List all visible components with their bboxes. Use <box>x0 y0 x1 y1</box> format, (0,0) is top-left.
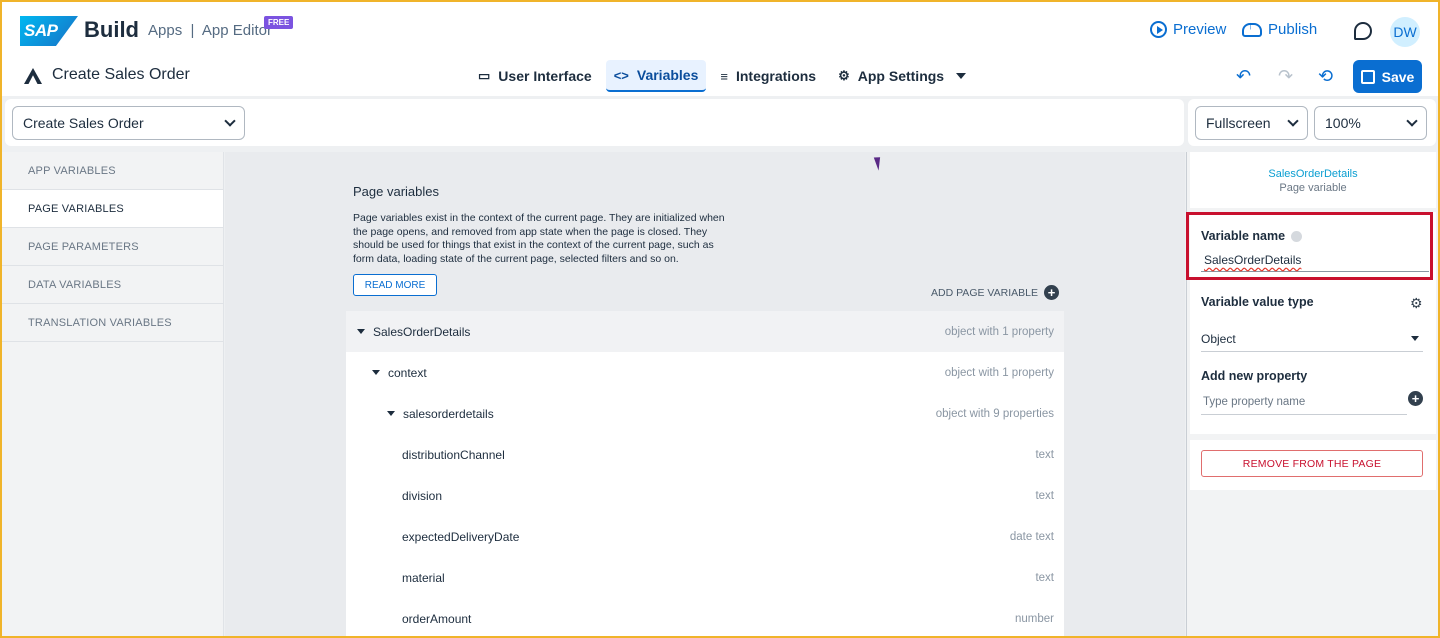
sap-logo: SAP <box>20 16 78 46</box>
chevron-down-icon <box>956 73 967 79</box>
table-row[interactable]: context object with 1 property <box>346 352 1064 393</box>
caret-down-icon <box>1411 336 1419 341</box>
value-type-label: Variable value type <box>1201 295 1314 309</box>
editor-tabs: ▭ User Interface <> Variables ≡ Integrat… <box>470 60 974 92</box>
table-row[interactable]: expectedDeliveryDate date text <box>346 516 1064 557</box>
gear-icon: ⚙ <box>838 68 850 83</box>
caret-down-icon[interactable] <box>357 329 365 334</box>
table-row[interactable]: SalesOrderDetails object with 1 property <box>346 311 1064 352</box>
nav-translation-variables[interactable]: TRANSLATION VARIABLES <box>2 304 223 342</box>
publish-button[interactable]: Publish <box>1242 20 1318 38</box>
variables-tree: SalesOrderDetails object with 1 property… <box>346 311 1064 636</box>
app-title: Create Sales Order <box>52 66 190 83</box>
undo-icon[interactable]: ↶ <box>1236 66 1251 87</box>
database-icon: ≡ <box>720 68 728 84</box>
chevron-down-icon <box>1406 115 1418 127</box>
tab-variables[interactable]: <> Variables <box>605 60 707 92</box>
avatar[interactable]: DW <box>1390 17 1420 47</box>
table-row[interactable]: material text <box>346 557 1064 598</box>
save-icon <box>1360 69 1375 84</box>
tab-user-interface[interactable]: ▭ User Interface <box>470 60 600 92</box>
main-content: Page variables Page variables exist in t… <box>225 152 1185 636</box>
feedback-icon[interactable] <box>1354 22 1372 40</box>
tab-app-settings[interactable]: ⚙ App Settings <box>830 60 974 92</box>
brand-name: Build <box>84 17 139 42</box>
chevron-down-icon <box>224 115 236 127</box>
variable-header: SalesOrderDetails Page variable <box>1190 152 1436 208</box>
code-icon: <> <box>613 67 629 83</box>
table-row[interactable]: distributionChannel text <box>346 434 1064 475</box>
nav-app-variables[interactable]: APP VARIABLES <box>2 152 223 190</box>
view-toolbar: Fullscreen 100% <box>1188 99 1436 146</box>
read-more-button[interactable]: READ MORE <box>353 274 437 296</box>
caret-down-icon[interactable] <box>372 370 380 375</box>
preview-button[interactable]: Preview <box>1150 21 1226 38</box>
table-row[interactable]: salesorderdetails object with 9 properti… <box>346 393 1064 434</box>
plus-icon: + <box>1043 285 1059 300</box>
variables-nav: APP VARIABLES PAGE VARIABLES PAGE PARAME… <box>2 152 224 636</box>
page-description: Page variables exist in the context of t… <box>353 212 725 265</box>
add-property-label: Add new property <box>1201 369 1308 383</box>
highlight-box <box>1186 212 1433 280</box>
nav-data-variables[interactable]: DATA VARIABLES <box>2 266 223 304</box>
caret-down-icon[interactable] <box>387 411 395 416</box>
play-icon <box>1150 21 1167 38</box>
variable-kind: Page variable <box>1279 182 1347 194</box>
nav-page-variables[interactable]: PAGE VARIABLES <box>2 190 223 228</box>
page-select[interactable]: Create Sales Order <box>12 106 245 140</box>
product-name: Apps | App Editor <box>148 22 272 39</box>
table-row[interactable]: division text <box>346 475 1064 516</box>
publish-label: Publish <box>1268 21 1318 38</box>
view-mode-select[interactable]: Fullscreen <box>1195 106 1308 140</box>
nav-page-parameters[interactable]: PAGE PARAMETERS <box>2 228 223 266</box>
page-title: Page variables <box>353 184 439 199</box>
chevron-down-icon <box>1287 115 1299 127</box>
redo-icon[interactable]: ↷ <box>1278 66 1293 87</box>
add-page-variable-button[interactable]: ADD PAGE VARIABLE + <box>931 285 1059 300</box>
property-name-input[interactable]: Type property name <box>1201 393 1407 415</box>
save-button[interactable]: Save <box>1353 60 1422 93</box>
zoom-select[interactable]: 100% <box>1314 106 1427 140</box>
remove-from-page-button[interactable]: REMOVE FROM THE PAGE <box>1201 450 1423 477</box>
variable-title: SalesOrderDetails <box>1268 168 1358 180</box>
history-icon[interactable]: ⟲ <box>1318 66 1333 87</box>
gear-icon[interactable]: ⚙ <box>1410 295 1423 312</box>
cloud-upload-icon <box>1242 20 1262 37</box>
preview-label: Preview <box>1173 21 1227 38</box>
shell-bar: SAP Build Apps | App Editor FREE Preview… <box>2 2 1438 96</box>
monitor-icon: ▭ <box>478 68 491 83</box>
tab-integrations[interactable]: ≡ Integrations <box>712 60 824 92</box>
page-toolbar: Create Sales Order <box>5 99 1184 146</box>
value-type-select[interactable]: Object <box>1201 326 1423 352</box>
app-logo-icon <box>24 68 42 84</box>
free-badge: FREE <box>264 16 294 29</box>
add-property-icon[interactable]: + <box>1408 391 1423 406</box>
table-row[interactable]: orderAmount number <box>346 598 1064 636</box>
